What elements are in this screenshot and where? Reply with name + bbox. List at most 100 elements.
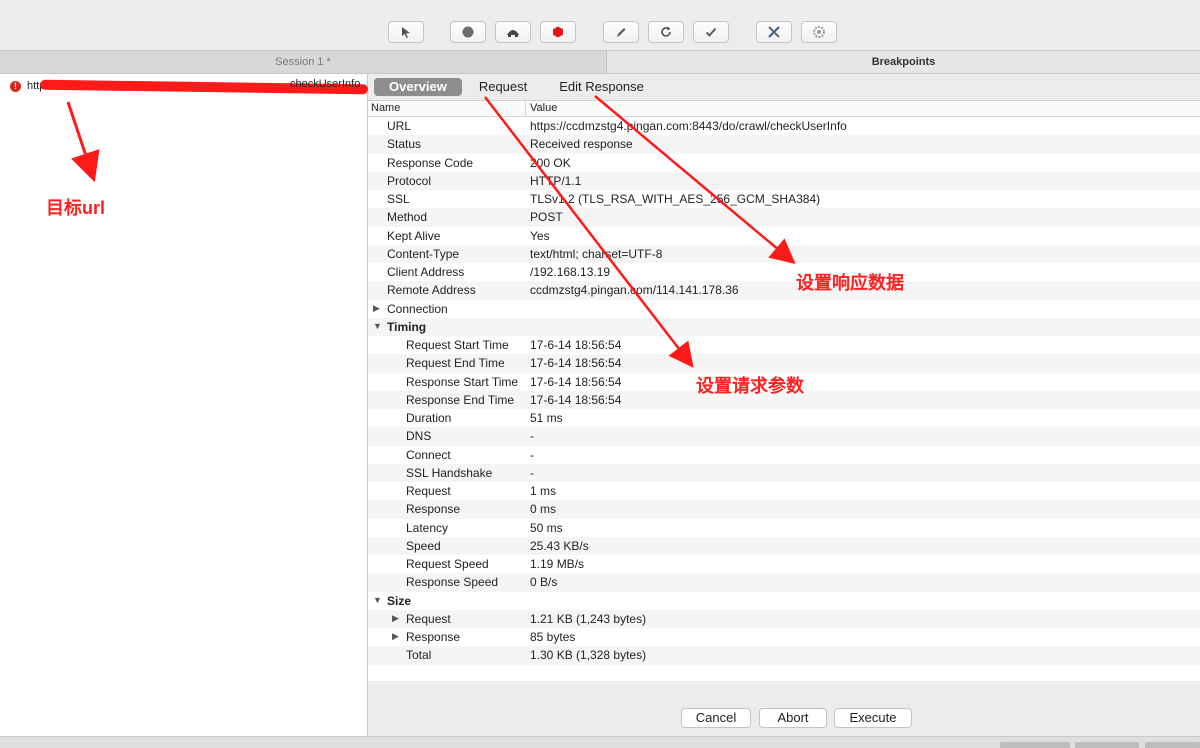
- validate-button[interactable]: [693, 21, 729, 43]
- refresh-icon: [661, 26, 671, 37]
- row-value: 50 ms: [530, 520, 563, 535]
- tools-button[interactable]: [756, 21, 792, 43]
- throttle-button[interactable]: [495, 21, 531, 43]
- table-row[interactable]: Protocol HTTP/1.1: [368, 171, 1200, 190]
- cancel-button[interactable]: Cancel: [681, 708, 751, 728]
- row-key: Total: [406, 648, 432, 663]
- row-value: 1.30 KB (1,328 bytes): [530, 648, 647, 663]
- table-row[interactable]: SSL TLSv1.2 (TLS_RSA_WITH_AES_256_GCM_SHA…: [368, 190, 1200, 208]
- row-key: Request End Time: [406, 356, 505, 371]
- row-value: 25.43 KB/s: [530, 538, 589, 553]
- row-key: Protocol: [387, 173, 432, 188]
- disclosure-closed-icon[interactable]: ▶: [373, 303, 380, 314]
- table-row[interactable]: Remote Address ccdmzstg4.pingan.com/114.1…: [368, 281, 1200, 300]
- tab-edit-response[interactable]: Edit Response: [544, 78, 659, 96]
- row-value: HTTP/1.1: [530, 173, 582, 188]
- breakpoint-stop-icon: !: [10, 80, 21, 92]
- disclosure-closed-icon[interactable]: ▶: [392, 613, 399, 624]
- row-key: SSL: [387, 192, 410, 206]
- row-value: /192.168.13.19: [530, 265, 611, 279]
- table-row[interactable]: ▶ Request 1.21 KB (1,243 bytes): [368, 609, 1200, 628]
- row-key: Response Code: [387, 155, 474, 170]
- table-row[interactable]: Latency 50 ms: [368, 519, 1200, 537]
- row-key: Connection: [387, 301, 448, 316]
- row-value: 0 ms: [530, 502, 557, 517]
- status-bar-segment: [1145, 742, 1200, 748]
- row-key: Response End Time: [406, 392, 515, 407]
- tab-overview[interactable]: Overview: [374, 78, 462, 96]
- table-row[interactable]: Connect -: [368, 446, 1200, 464]
- select-tool-button[interactable]: [388, 21, 424, 43]
- table-row[interactable]: Total 1.30 KB (1,328 bytes): [368, 646, 1200, 665]
- detail-pane: Overview Request Edit Response Name Valu…: [368, 74, 1200, 736]
- disclosure-open-icon[interactable]: ▼: [373, 321, 382, 331]
- row-key: Remote Address: [387, 283, 476, 298]
- row-value: 1 ms: [530, 484, 557, 498]
- request-url-tail: checkUserInfo: [290, 78, 361, 90]
- column-header-value[interactable]: Value: [530, 102, 557, 114]
- row-value: 17-6-14 18:56:54: [530, 338, 622, 352]
- abort-button[interactable]: Abort: [759, 708, 827, 728]
- table-row[interactable]: Client Address/192.168.13.19: [368, 263, 1200, 281]
- table-row[interactable]: Kept Alive Yes: [368, 227, 1200, 245]
- table-row[interactable]: Response 0 ms: [368, 500, 1200, 519]
- table-row[interactable]: Content-Type text/html; charset=UTF-8: [368, 244, 1200, 263]
- table-row[interactable]: Request Start Time 17-6-14 18:56:54: [368, 336, 1200, 354]
- table-row[interactable]: Response Code 200 OK: [368, 154, 1200, 172]
- table-row[interactable]: Request 1 ms: [368, 482, 1200, 500]
- table-row[interactable]: Status Received response: [368, 135, 1200, 154]
- table-row[interactable]: SSL Handshake -: [368, 463, 1200, 482]
- disclosure-closed-icon[interactable]: ▶: [392, 631, 399, 642]
- row-key: Response: [406, 630, 461, 644]
- table-row[interactable]: Request Speed 1.19 MB/s: [368, 555, 1200, 573]
- row-key: Latency: [406, 520, 449, 535]
- row-key: Content-Type: [387, 246, 460, 261]
- tab-session[interactable]: Session 1 *: [0, 51, 607, 73]
- gear-icon: [813, 26, 825, 38]
- row-value: 85 bytes: [530, 630, 576, 644]
- row-key: Request: [406, 611, 451, 626]
- tab-breakpoints[interactable]: Breakpoints: [607, 51, 1200, 73]
- disclosure-open-icon[interactable]: ▼: [373, 595, 382, 605]
- repeat-button[interactable]: [648, 21, 684, 43]
- settings-button[interactable]: [801, 21, 837, 43]
- row-value: https://ccdmzstg4.pingan.com:8443/do/cra…: [530, 119, 847, 133]
- table-row[interactable]: ▼ Size: [368, 592, 1200, 610]
- row-key: Duration: [406, 411, 452, 425]
- table-row[interactable]: Speed 25.43 KB/s: [368, 536, 1200, 555]
- row-value: text/html; charset=UTF-8: [530, 246, 663, 261]
- table-row[interactable]: Duration 51 ms: [368, 409, 1200, 427]
- row-key: Response Start Time: [406, 374, 519, 389]
- execute-button[interactable]: Execute: [834, 708, 912, 728]
- row-key: Request Start Time: [406, 338, 509, 352]
- column-header-name[interactable]: Name: [371, 102, 400, 114]
- row-key: Status: [387, 137, 422, 152]
- row-key: DNS: [406, 429, 432, 444]
- table-row[interactable]: Response Speed 0 B/s: [368, 573, 1200, 592]
- hexagon-breakpoint-icon: [553, 26, 563, 38]
- row-value: TLSv1.2 (TLS_RSA_WITH_AES_256_GCM_SHA384…: [530, 192, 821, 206]
- row-value: POST: [530, 210, 563, 225]
- table-row[interactable]: ▼ Timing: [368, 317, 1200, 336]
- table-row[interactable]: Method POST: [368, 208, 1200, 227]
- row-key: Request: [406, 484, 451, 498]
- table-row[interactable]: ▶ Response 85 bytes: [368, 628, 1200, 646]
- toolbar: [0, 0, 1200, 50]
- stop-recording-button[interactable]: [450, 21, 486, 43]
- detail-tabs: Overview Request Edit Response: [368, 78, 661, 98]
- checkmark-icon: [705, 27, 717, 37]
- table-row[interactable]: URL https://ccdmzstg4.pingan.com:8443/do/…: [368, 117, 1200, 135]
- session-tab-bar: Session 1 * Breakpoints: [0, 50, 1200, 74]
- row-key: SSL Handshake: [406, 465, 493, 480]
- row-key: Size: [387, 593, 412, 608]
- table-row[interactable]: ▶ Connection: [368, 300, 1200, 318]
- column-divider[interactable]: [525, 101, 526, 116]
- row-key: URL: [387, 119, 412, 133]
- table-row[interactable]: DNS -: [368, 427, 1200, 446]
- row-key: Connect: [406, 447, 451, 462]
- table-row[interactable]: Request End Time 17-6-14 18:56:54: [368, 354, 1200, 373]
- breakpoints-button[interactable]: [540, 21, 576, 43]
- tab-request[interactable]: Request: [464, 78, 542, 96]
- edit-button[interactable]: [603, 21, 639, 43]
- row-value: -: [530, 465, 534, 480]
